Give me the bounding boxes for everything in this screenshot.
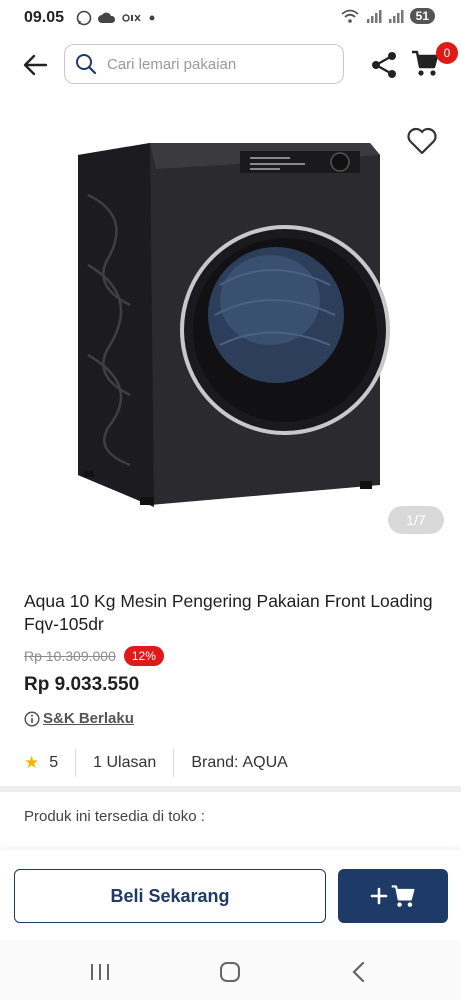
status-bar: 09.05 51 xyxy=(0,0,461,36)
search-icon xyxy=(76,54,97,75)
status-time: 09.05 xyxy=(24,9,65,26)
cloud-icon xyxy=(98,12,116,23)
system-nav-bar xyxy=(0,940,461,1000)
brand-label: Brand: xyxy=(191,754,239,771)
store-availability-text: Produk ini tersedia di toko : xyxy=(24,808,205,825)
system-icons: 51 xyxy=(340,8,435,24)
product-info: Aqua 10 Kg Mesin Pengering Pakaian Front… xyxy=(24,590,444,777)
brand-value[interactable]: AQUA xyxy=(242,754,287,772)
info-icon xyxy=(24,710,40,727)
notification-icons xyxy=(76,10,156,26)
buy-now-button[interactable]: Beli Sekarang xyxy=(14,869,326,923)
signal-icon-2 xyxy=(388,10,404,23)
top-bar: Cari lemari pakaian 0 xyxy=(0,36,461,94)
share-icon[interactable] xyxy=(369,50,399,80)
back-arrow-icon[interactable] xyxy=(20,50,50,80)
search-input[interactable]: Cari lemari pakaian xyxy=(64,44,344,84)
product-meta: ★ 5 1 Ulasan Brand: AQUA xyxy=(24,749,444,777)
cart-icon xyxy=(391,885,415,907)
bottom-action-bar: Beli Sekarang xyxy=(0,850,461,940)
original-price: Rp 10.309.000 xyxy=(24,648,116,664)
terms-label: S&K Berlaku xyxy=(43,710,134,727)
section-divider xyxy=(0,786,461,792)
whatsapp-icon xyxy=(76,10,92,26)
product-image xyxy=(78,143,390,507)
recent-apps-icon[interactable] xyxy=(86,958,114,986)
back-nav-icon[interactable] xyxy=(346,958,374,986)
divider xyxy=(75,749,77,777)
cart-count-badge: 0 xyxy=(436,42,458,64)
rating-value: 5 xyxy=(49,754,59,771)
current-price: Rp 9.033.550 xyxy=(24,674,140,695)
search-placeholder: Cari lemari pakaian xyxy=(107,55,237,73)
heart-icon[interactable] xyxy=(406,126,438,156)
plus-icon xyxy=(370,887,388,905)
product-gallery[interactable]: 1/7 xyxy=(0,110,461,550)
star-icon: ★ xyxy=(24,753,40,772)
price-row: Rp 10.309.000 12% xyxy=(24,646,444,666)
reviews-link[interactable]: 1 Ulasan xyxy=(93,754,156,772)
wifi-icon xyxy=(341,9,359,23)
image-page-indicator: 1/7 xyxy=(388,506,444,534)
product-title: Aqua 10 Kg Mesin Pengering Pakaian Front… xyxy=(24,591,433,634)
signal-icon xyxy=(366,10,382,23)
battery-indicator: 51 xyxy=(409,8,435,24)
home-icon[interactable] xyxy=(216,958,244,986)
app-icon xyxy=(122,14,141,22)
add-to-cart-button[interactable] xyxy=(338,869,448,923)
cart-button[interactable]: 0 xyxy=(410,42,458,82)
discount-badge: 12% xyxy=(123,646,164,666)
terms-link[interactable]: S&K Berlaku xyxy=(24,710,444,727)
divider xyxy=(173,749,175,777)
dot-icon xyxy=(149,15,155,21)
